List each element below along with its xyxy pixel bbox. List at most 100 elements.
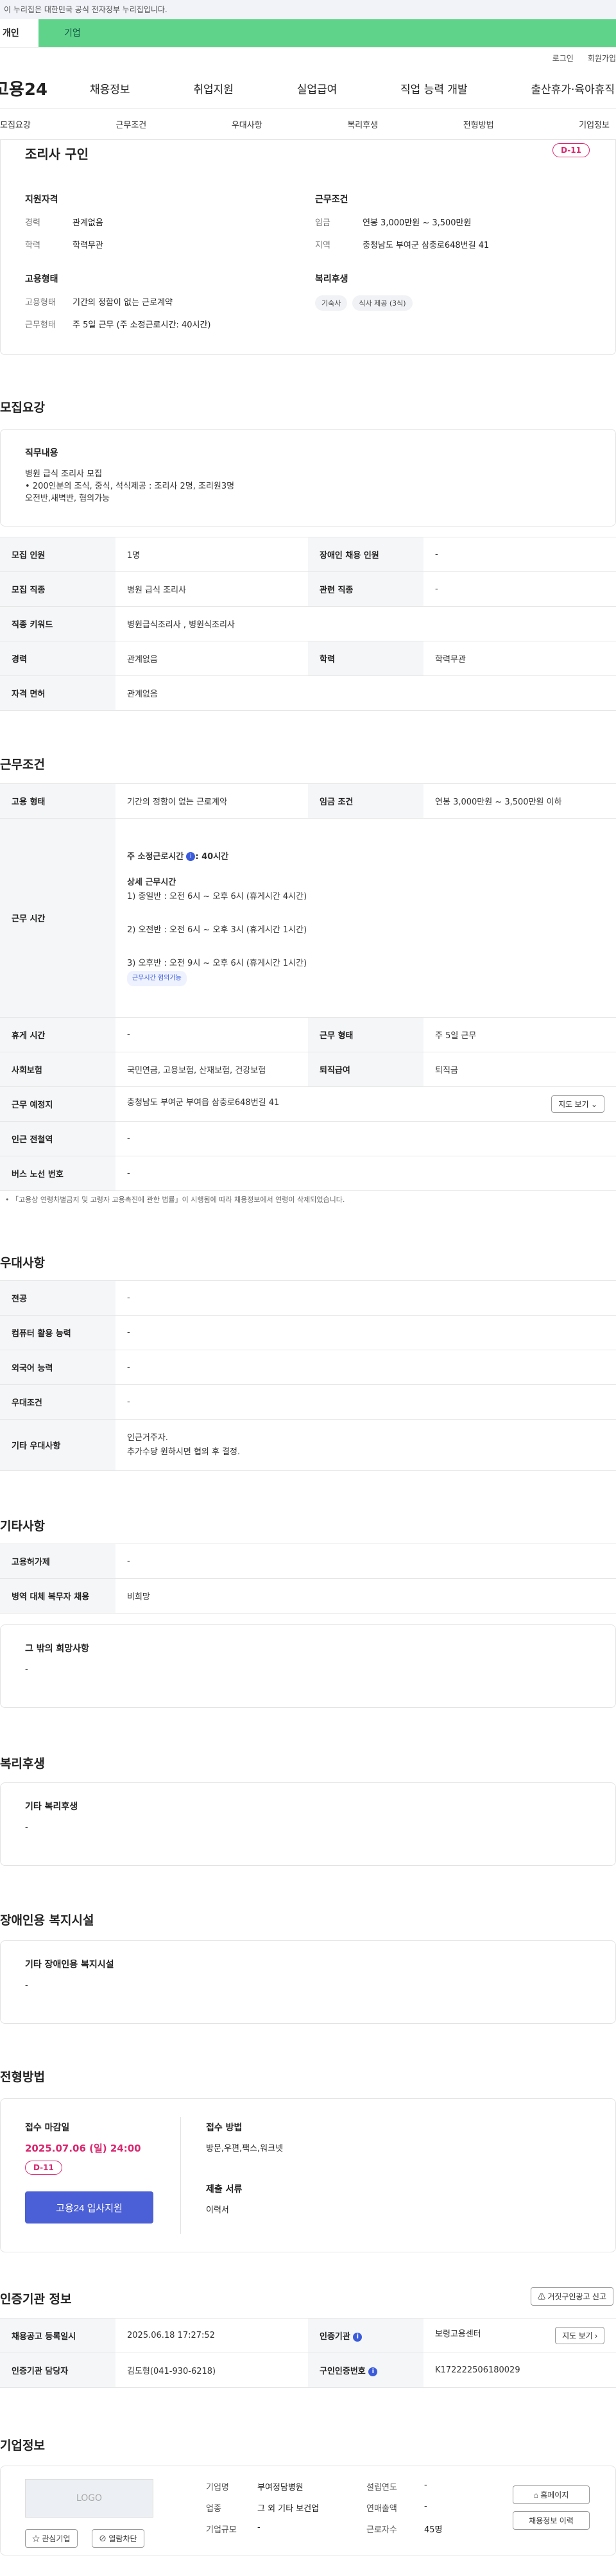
docs-value: 이력서 <box>206 2206 229 2215</box>
table-header: 사회보험 <box>0 1052 116 1087</box>
job-description-heading: 직무내용 <box>25 448 58 458</box>
anchor-recruit[interactable]: 모집요강 <box>0 118 31 130</box>
section-title-process: 전형방법 <box>0 2070 45 2084</box>
table-cell: 김도형(041-930-6218) <box>116 2353 308 2388</box>
table-header: 근무 형태 <box>308 1017 424 1052</box>
dday-badge: D-11 <box>552 143 590 157</box>
career-label: 경력 <box>25 218 40 228</box>
table-header: 관련 직종 <box>308 571 424 607</box>
welfare-chip: 식사 제공 (3식) <box>352 295 413 311</box>
region-label: 지역 <box>315 241 330 250</box>
welfare-block: 복리후생 기숙사 식사 제공 (3식) <box>315 272 559 311</box>
homepage-label: 홈페이지 <box>540 2491 569 2500</box>
revenue-label: 연매출액 <box>366 2504 397 2514</box>
table-cell: - <box>116 1350 616 1385</box>
table-row: 기타 우대사항 인근거주자. 추가수당 원하시면 협의 후 결정. <box>0 1419 616 1471</box>
block-view-button[interactable]: ⊘ 열람차단 <box>92 2529 144 2548</box>
table-row: 인증기관 담당자 김도형(041-930-6218) 구인인증번호 i K1722… <box>0 2353 616 2388</box>
info-icon[interactable]: i <box>186 852 196 861</box>
table-cell: 기간의 정함이 없는 근로계약 <box>116 783 308 819</box>
section-title-condition: 근무조건 <box>0 758 45 772</box>
job-summary-card: 조리사 구인 D-11 지원자격 경력 관계없음 학력 학력무관 근무조건 임금 연봉… <box>0 140 616 355</box>
detail-hours-heading: 상세 근무시간 <box>127 877 176 887</box>
tab-personal[interactable]: 개인 <box>0 19 38 47</box>
other-table: 고용허가제 - 병역 대체 복무자 채용 비희망 <box>0 1544 616 1614</box>
gnb-item-employment-support[interactable]: 취업지원 <box>193 80 234 96</box>
table-header: 직종 키워드 <box>0 606 116 641</box>
homepage-button[interactable]: ⌂ 홈페이지 <box>513 2485 590 2504</box>
apply-button[interactable]: 고용24 입사지원 <box>25 2191 153 2224</box>
table-row: 사회보험 국민연금, 고용보험, 산재보험, 건강보험 퇴직급여 퇴직금 <box>0 1052 616 1087</box>
anchor-process[interactable]: 전형방법 <box>463 118 494 130</box>
table-header: 인증기관 i <box>308 2318 424 2353</box>
shift-line: 2) 오전반 : 오전 6시 ~ 오후 3시 (휴게시간 1시간) <box>127 925 307 935</box>
wage-label: 임금 <box>315 218 330 228</box>
table-header: 외국어 능력 <box>0 1350 116 1385</box>
star-icon: ☆ <box>32 2534 40 2543</box>
table-row: 직종 키워드 병원급식조리사 , 병원식조리사 <box>0 606 616 641</box>
table-cell: - <box>116 1280 616 1316</box>
table-header: 자격 면허 <box>0 675 116 711</box>
employees-label: 근로자수 <box>366 2525 397 2535</box>
worktime-cell: 주 소정근로시간 i: 40시간 상세 근무시간 1) 중일반 : 오전 6시 … <box>116 818 616 1018</box>
interest-company-button[interactable]: ☆ 관심기업 <box>25 2529 78 2548</box>
info-icon[interactable]: i <box>353 2332 363 2342</box>
chevron-right-icon: › <box>595 2331 597 2340</box>
job-history-button[interactable]: 채용정보 이력 <box>513 2511 590 2530</box>
apply-box: 접수 마감일 2025.07.06 (일) 24:00 D-11 고용24 입사… <box>0 2098 616 2252</box>
table-row: 우대조건 - <box>0 1384 616 1420</box>
table-cell: 인근거주자. 추가수당 원하시면 협의 후 결정. <box>116 1419 616 1471</box>
anchor-welfare[interactable]: 복리후생 <box>347 118 378 130</box>
size-label: 기업규모 <box>206 2525 237 2535</box>
table-cell: 관계없음 <box>116 675 616 711</box>
employment-block: 고용형태 고용형태 기간의 정함이 없는 근로계약 근무형태 주 5일 근무 (주 … <box>25 272 269 340</box>
industry-value: 그 외 기타 보건업 <box>257 2504 320 2514</box>
home-icon: ⌂ <box>533 2491 538 2500</box>
career-value: 관계없음 <box>73 218 103 228</box>
welfare-box-text: - <box>25 1823 28 1832</box>
table-row: 버스 노선 번호 - <box>0 1156 616 1191</box>
map-button[interactable]: 지도 보기 ⌄ <box>551 1095 604 1113</box>
table-row: 컴퓨터 활용 능력 - <box>0 1315 616 1350</box>
agency-cell: 보령고용센터 지도 보기 › <box>424 2318 616 2353</box>
age-law-note: • 「고용상 연령차별금지 및 고령자 고용촉진에 관한 법률」이 시행됨에 따… <box>5 1196 345 1204</box>
interest-label: 관심기업 <box>42 2534 71 2543</box>
table-cell: 관계없음 <box>116 641 308 676</box>
site-logo[interactable]: 고용24 <box>0 76 90 100</box>
block-icon: ⊘ <box>99 2534 107 2543</box>
table-header: 기타 우대사항 <box>0 1419 116 1471</box>
login-link[interactable]: 로그인 <box>552 53 574 64</box>
tab-enterprise[interactable]: 기업 <box>38 19 616 47</box>
anchor-condition[interactable]: 근무조건 <box>116 118 146 130</box>
gnb-item-unemployment-benefit[interactable]: 실업급여 <box>297 80 338 96</box>
table-header: 채용공고 등록일시 <box>0 2318 116 2353</box>
section-title-recruit: 모집요강 <box>0 401 45 415</box>
anchor-company[interactable]: 기업정보 <box>579 118 610 130</box>
company-info-grid: 기업명 부여정담병원 설립연도 - 업종 그 외 기타 보건업 연매출액 - 기업규모 - 근로… <box>206 2480 443 2544</box>
disability-box: 기타 장애인용 복지시설 - <box>0 1940 616 2024</box>
divider <box>180 2117 181 2234</box>
table-header: 장애인 채용 인원 <box>308 537 424 572</box>
other-wish-box: 그 밖의 희망사항 - <box>0 1624 616 1708</box>
report-fake-ad-button[interactable]: ⚠ 거짓구인광고 신고 <box>530 2287 613 2306</box>
table-cell: 병원 급식 조리사 <box>116 571 308 607</box>
info-icon[interactable]: i <box>368 2367 378 2376</box>
gov-notice-bar: 이 누리집은 대한민국 공식 전자정부 누리집입니다. <box>0 0 616 19</box>
signup-link[interactable]: 회원가입 <box>588 53 616 64</box>
revenue-value: - <box>424 2502 427 2511</box>
cert-no-label: 구인인증번호 <box>320 2367 366 2376</box>
agency-map-button[interactable]: 지도 보기 › <box>555 2327 604 2344</box>
gnb-item-jobs[interactable]: 채용정보 <box>90 80 130 96</box>
gnb-item-parental-leave[interactable]: 출산휴가·육아휴직 <box>531 80 615 96</box>
industry-label: 업종 <box>206 2504 221 2514</box>
table-cell: 국민연금, 고용보험, 산재보험, 건강보험 <box>116 1052 308 1087</box>
welfare-heading: 복리후생 <box>315 274 348 284</box>
utility-links: 로그인 회원가입 <box>0 48 616 68</box>
table-cell: 퇴직금 <box>424 1052 616 1087</box>
table-row: 근무 예정지 충청남도 부여군 부여읍 삼충로648번길 41 지도 보기 ⌄ <box>0 1086 616 1122</box>
table-header: 우대조건 <box>0 1384 116 1420</box>
disability-box-heading: 기타 장애인용 복지시설 <box>25 1960 114 1970</box>
gnb-item-skills[interactable]: 직업 능력 개발 <box>400 80 468 96</box>
anchor-preference[interactable]: 우대사항 <box>232 118 262 130</box>
map-button-label: 지도 보기 <box>558 1100 589 1109</box>
